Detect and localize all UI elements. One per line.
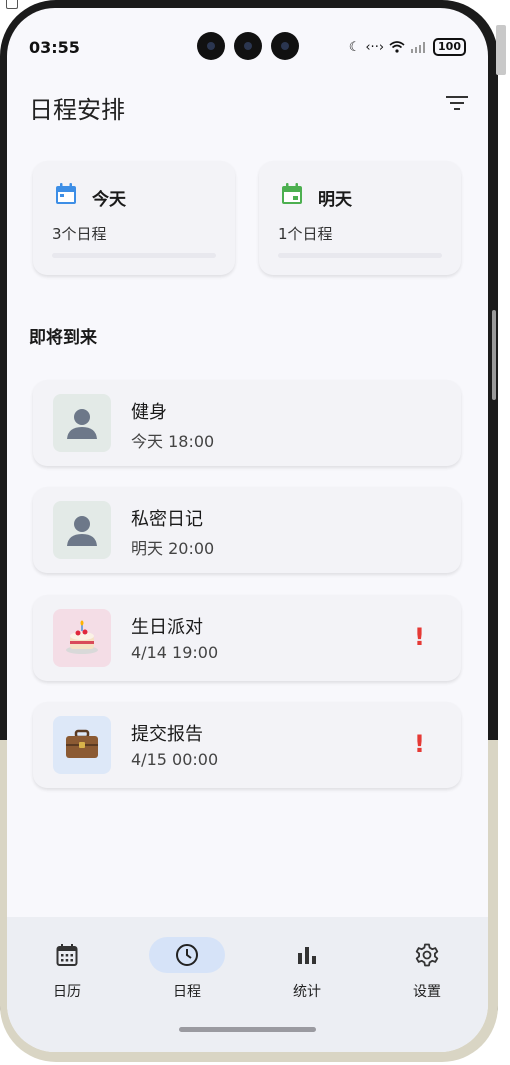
nav-icon-container	[389, 937, 465, 973]
section-heading-upcoming: 即将到来	[29, 328, 97, 348]
event-title: 提交报告	[131, 724, 203, 745]
side-button-top	[496, 25, 506, 75]
summary-count: 1个日程	[278, 225, 333, 243]
window-corner-mark	[6, 0, 18, 9]
battery-indicator: 100	[433, 38, 466, 56]
filter-icon[interactable]	[446, 94, 468, 112]
calendar-event-icon	[282, 183, 302, 204]
event-card[interactable]: 健身 今天 18:00	[33, 380, 461, 466]
summary-count: 3个日程	[52, 225, 107, 243]
event-card[interactable]: 提交报告 4/15 00:00 !	[33, 702, 461, 788]
event-time: 4/15 00:00	[131, 750, 219, 769]
nav-icon-container	[269, 937, 345, 973]
event-title: 生日派对	[131, 617, 203, 638]
phone-screen: 03:55 ☾ ‹··› 100 日程安排 今天 3个日程 明天 1个日程 即将…	[7, 8, 488, 1052]
signal-icon	[411, 42, 426, 53]
nav-label: 设置	[413, 984, 441, 1000]
gear-icon	[415, 943, 439, 967]
summary-card-today[interactable]: 今天 3个日程	[33, 161, 235, 275]
nav-item-calendar[interactable]: 日历	[12, 937, 122, 1001]
event-thumbnail	[53, 394, 111, 452]
nav-item-schedule[interactable]: 日程	[132, 937, 242, 1001]
event-thumbnail	[53, 501, 111, 559]
status-time: 03:55	[29, 38, 80, 57]
summary-title: 明天	[318, 190, 352, 210]
camera-cutout-center	[234, 32, 262, 60]
briefcase-icon	[66, 729, 98, 758]
priority-icon: !	[414, 730, 425, 758]
summary-progress-track	[52, 253, 216, 258]
summary-progress-track	[278, 253, 442, 258]
wifi-icon	[389, 41, 405, 53]
calendar-grid-icon	[56, 944, 78, 966]
event-card[interactable]: 生日派对 4/14 19:00 !	[33, 595, 461, 681]
nav-item-settings[interactable]: 设置	[372, 937, 482, 1001]
summary-title: 今天	[92, 190, 126, 210]
home-indicator[interactable]	[179, 1027, 316, 1032]
event-title: 私密日记	[131, 509, 203, 530]
summary-card-tomorrow[interactable]: 明天 1个日程	[259, 161, 461, 275]
moon-icon: ☾	[348, 39, 361, 55]
person-icon	[67, 516, 97, 546]
calendar-icon	[56, 183, 76, 204]
event-time: 明天 20:00	[131, 539, 215, 558]
person-icon	[67, 409, 97, 439]
nav-label: 统计	[293, 984, 321, 1000]
cake-icon	[66, 620, 98, 654]
clock-icon	[176, 944, 198, 966]
nav-label: 日历	[53, 984, 81, 1000]
event-thumbnail	[53, 716, 111, 774]
event-time: 4/14 19:00	[131, 643, 219, 662]
status-bar: 03:55 ☾ ‹··› 100	[7, 32, 488, 62]
event-title: 健身	[131, 402, 167, 423]
event-thumbnail	[53, 609, 111, 667]
nav-item-statistics[interactable]: 统计	[252, 937, 362, 1001]
nav-label: 日程	[173, 984, 201, 1000]
nav-icon-container	[29, 937, 105, 973]
bar-chart-icon	[298, 947, 316, 964]
event-card[interactable]: 私密日记 明天 20:00	[33, 487, 461, 573]
camera-cutout-left	[197, 32, 225, 60]
data-transfer-icon: ‹··›	[365, 39, 385, 55]
status-icons: ☾ ‹··› 100	[349, 38, 466, 56]
nav-icon-container	[149, 937, 225, 973]
event-time: 今天 18:00	[131, 432, 215, 451]
priority-icon: !	[414, 623, 425, 651]
camera-cutout-right	[271, 32, 299, 60]
page-title: 日程安排	[29, 96, 125, 124]
volume-button	[492, 310, 496, 400]
